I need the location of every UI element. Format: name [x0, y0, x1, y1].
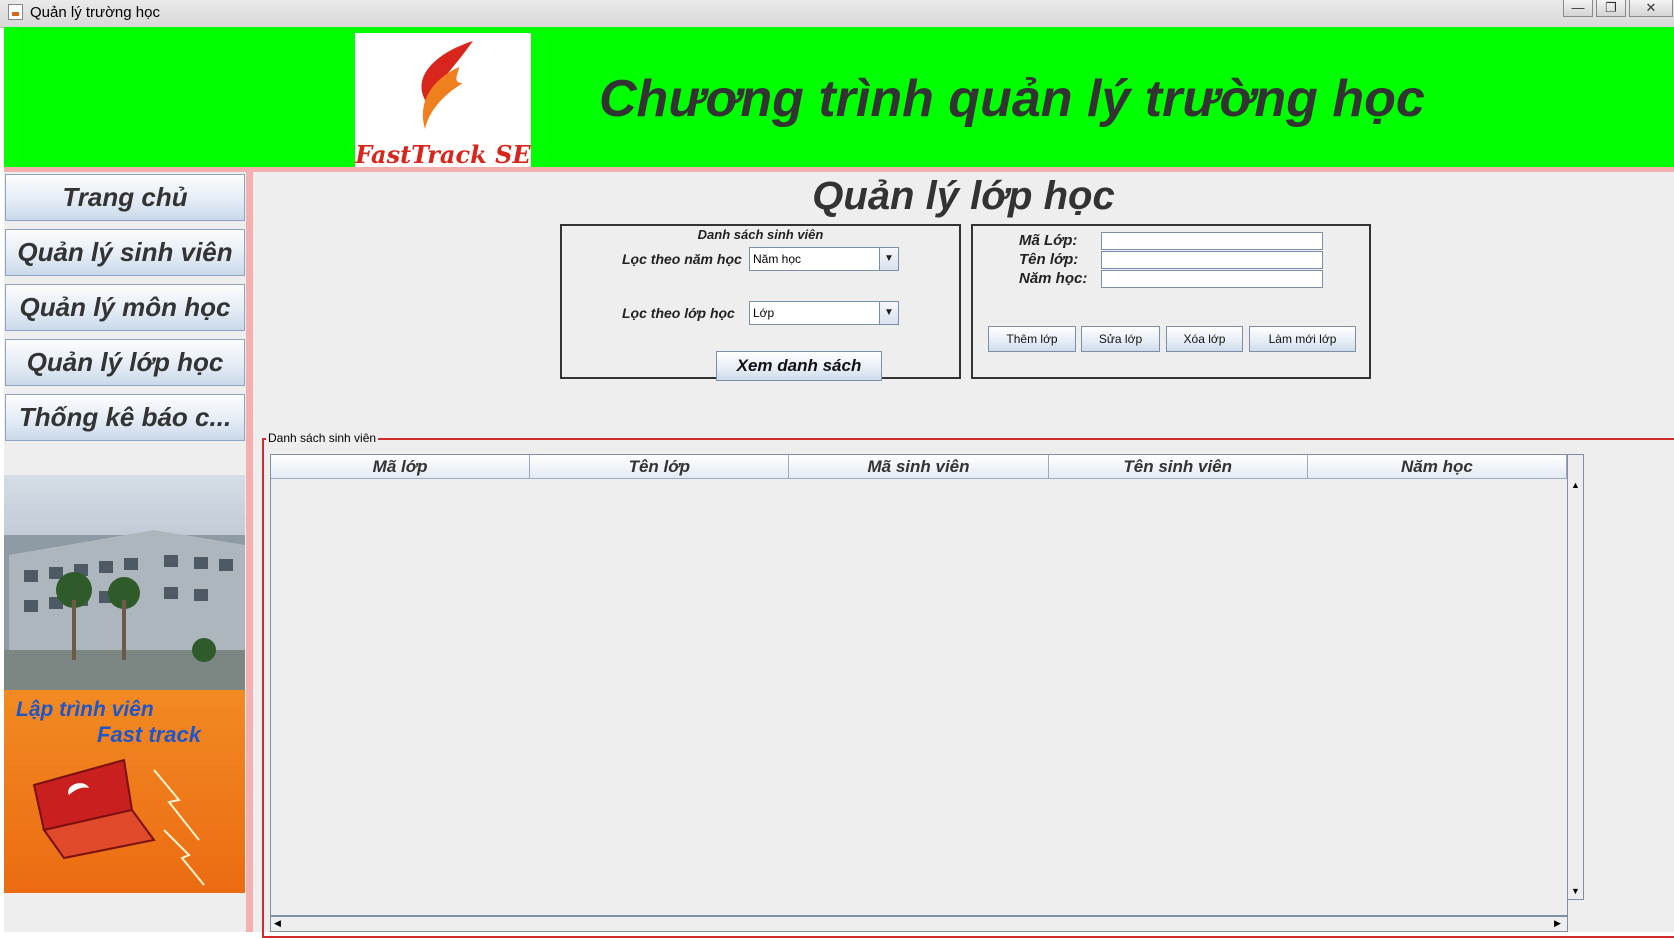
sidebar-item-classes[interactable]: Quản lý lớp học — [5, 339, 245, 386]
window-titlebar: Quản lý trường học — ❐ ✕ — [0, 0, 1674, 28]
table-header: Mã lớp Tên lớp Mã sinh viên Tên sinh viê… — [271, 455, 1568, 479]
close-button[interactable]: ✕ — [1629, 0, 1673, 17]
year-filter-value: Năm học — [753, 252, 802, 266]
edit-class-button[interactable]: Sửa lớp — [1081, 326, 1160, 352]
vertical-scrollbar[interactable]: ▲ ▼ — [1568, 454, 1584, 900]
sidebar-item-reports[interactable]: Thống kê báo c... — [5, 394, 245, 441]
chevron-down-icon[interactable]: ▼ — [879, 302, 898, 324]
header-banner: FastTrack SE Chương trình quản lý trường… — [4, 27, 1674, 173]
column-header-ten-sinh-vien[interactable]: Tên sinh viên — [1048, 455, 1308, 479]
logo-text: FastTrack SE — [355, 140, 531, 169]
scroll-up-icon[interactable]: ▲ — [1571, 481, 1580, 490]
student-list-title: Danh sách sinh viên — [266, 431, 379, 445]
scroll-down-icon[interactable]: ▼ — [1571, 887, 1580, 896]
class-filter-label: Lọc theo lớp học — [622, 305, 735, 321]
nam-hoc-input[interactable] — [1101, 270, 1323, 288]
app-header-title: Chương trình quản lý trường học — [599, 70, 1425, 128]
refresh-class-button[interactable]: Làm mới lớp — [1249, 326, 1356, 352]
page-title: Quản lý lớp học — [812, 174, 1115, 218]
fasttrack-logo: FastTrack SE — [355, 33, 531, 173]
flame-logo-icon — [421, 41, 473, 129]
laptop-icon — [32, 758, 205, 886]
year-filter-select[interactable]: Năm học ▼ — [749, 247, 899, 271]
window-title: Quản lý trường học — [30, 4, 160, 21]
java-app-icon — [8, 4, 23, 20]
year-filter-label: Lọc theo năm học — [622, 251, 742, 267]
sidebar-item-home[interactable]: Trang chủ — [5, 174, 245, 221]
sidebar-item-students[interactable]: Quản lý sinh viên — [5, 229, 245, 276]
add-class-button[interactable]: Thêm lớp — [988, 326, 1076, 352]
maximize-button[interactable]: ❐ — [1596, 0, 1626, 17]
filter-panel: Danh sách sinh viên Lọc theo năm học Năm… — [560, 224, 961, 381]
scroll-right-icon[interactable]: ▶ — [1554, 919, 1561, 928]
ma-lop-input[interactable] — [1101, 232, 1323, 250]
minimize-button[interactable]: — — [1563, 0, 1593, 17]
scroll-left-icon[interactable]: ◀ — [274, 919, 281, 928]
class-filter-value: Lớp — [753, 306, 775, 320]
column-header-ten-lop[interactable]: Tên lớp — [530, 455, 790, 479]
ma-lop-label: Mã Lớp: — [1019, 232, 1078, 249]
chevron-down-icon[interactable]: ▼ — [879, 248, 898, 270]
column-header-ma-lop[interactable]: Mã lớp — [271, 455, 531, 479]
column-header-nam-hoc[interactable]: Năm học — [1307, 455, 1568, 479]
column-header-ma-sinh-vien[interactable]: Mã sinh viên — [789, 455, 1049, 479]
sidebar: Trang chủ Quản lý sinh viên Quản lý môn … — [4, 172, 246, 932]
promo-banner: Lập trình viên Fast track — [4, 690, 245, 893]
view-list-button[interactable]: Xem danh sách — [716, 351, 882, 381]
sidebar-divider — [246, 172, 253, 932]
horizontal-scrollbar[interactable]: ◀ ▶ — [270, 916, 1568, 932]
class-filter-select[interactable]: Lớp ▼ — [749, 301, 899, 325]
app-frame: FastTrack SE Chương trình quản lý trường… — [4, 27, 1674, 938]
school-building-image — [4, 475, 245, 690]
ten-lop-label: Tên lớp: — [1019, 251, 1079, 268]
main-content: Quản lý lớp học Danh sách sinh viên Lọc … — [253, 172, 1674, 938]
nam-hoc-label: Năm học: — [1019, 270, 1088, 287]
filter-panel-title: Danh sách sinh viên — [697, 227, 824, 242]
class-form-panel: Mã Lớp: Tên lớp: Năm học: Thêm lớp Sửa l… — [971, 224, 1371, 379]
building-illustration — [4, 530, 245, 690]
ten-lop-input[interactable] — [1101, 251, 1323, 269]
student-table[interactable]: Mã lớp Tên lớp Mã sinh viên Tên sinh viê… — [270, 454, 1568, 916]
sidebar-item-subjects[interactable]: Quản lý môn học — [5, 284, 245, 331]
delete-class-button[interactable]: Xóa lớp — [1166, 326, 1243, 352]
